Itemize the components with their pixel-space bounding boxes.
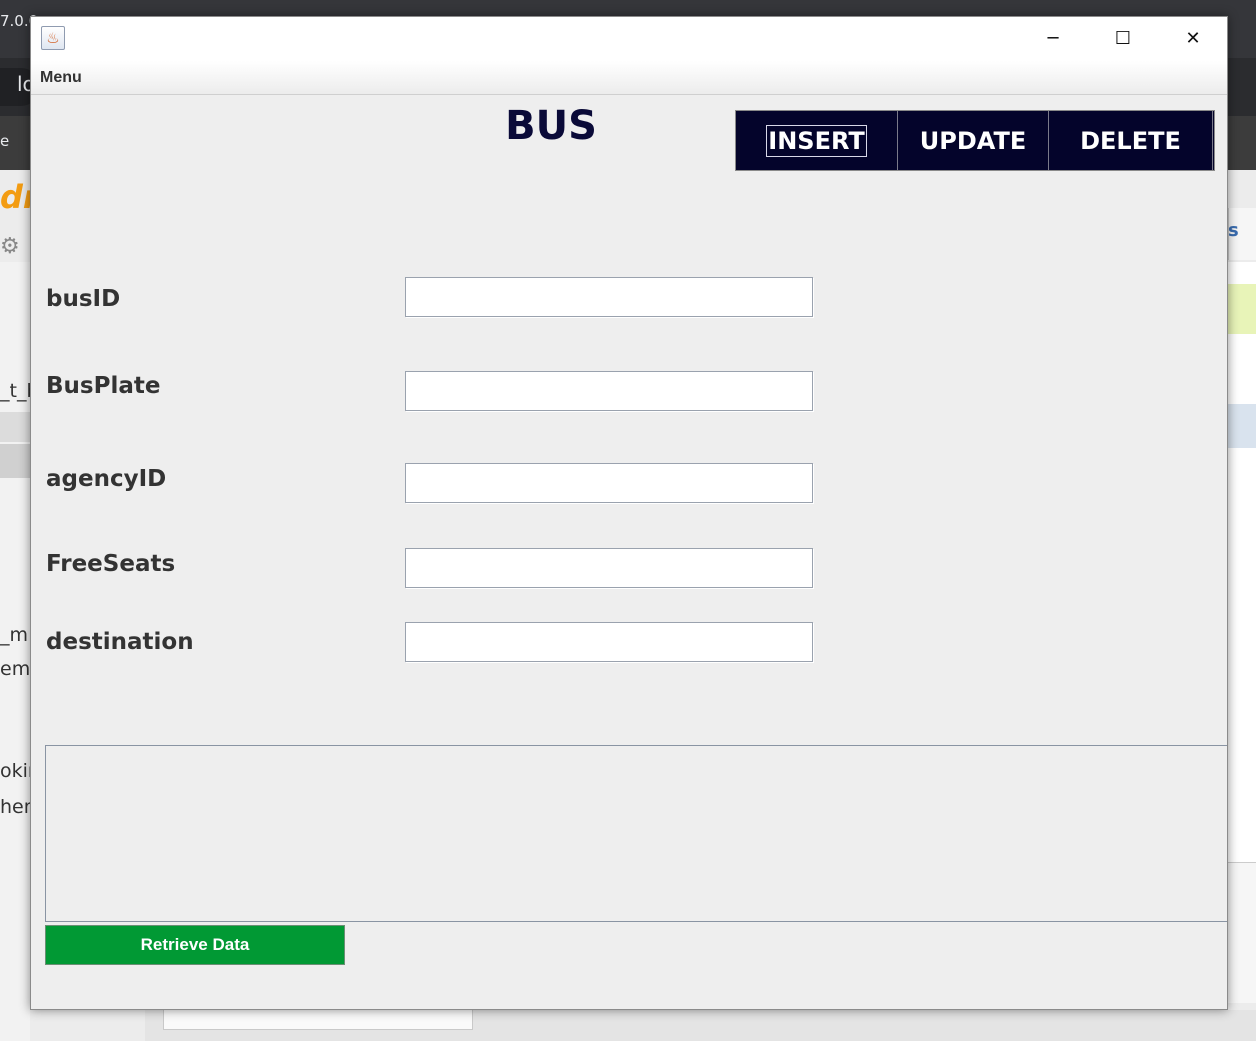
update-button[interactable]: UPDATE xyxy=(898,111,1049,170)
busid-input[interactable] xyxy=(405,277,813,317)
results-table-area[interactable] xyxy=(45,745,1227,922)
destination-label: destination xyxy=(46,629,194,655)
background-left-panel xyxy=(0,262,30,1041)
busplate-label: BusPlate xyxy=(46,373,161,399)
maximize-button[interactable]: ☐ xyxy=(1088,17,1158,61)
freeseats-input[interactable] xyxy=(405,548,813,588)
close-button[interactable]: ✕ xyxy=(1158,17,1227,61)
java-icon: ♨ xyxy=(41,26,65,50)
freeseats-label: FreeSeats xyxy=(46,551,176,577)
menu-bar: Menu xyxy=(31,61,1227,95)
action-toolbar: INSERT UPDATE DELETE xyxy=(735,110,1215,171)
minimize-button[interactable]: ─ xyxy=(1018,17,1088,61)
browser-bookmark-fragment: e xyxy=(0,132,10,150)
background-right-tab-fragment: s xyxy=(1228,220,1239,241)
background-left-highlight xyxy=(0,412,30,442)
background-left-highlight xyxy=(0,444,30,478)
delete-button[interactable]: DELETE xyxy=(1049,111,1213,170)
agencyid-input[interactable] xyxy=(405,463,813,503)
background-right-highlight xyxy=(1228,404,1256,448)
window-titlebar[interactable]: ♨ ─ ☐ ✕ xyxy=(31,17,1227,61)
gear-icon: ⚙ xyxy=(0,234,20,259)
background-bottom-tab xyxy=(163,1008,473,1030)
form-title: BUS xyxy=(505,103,597,149)
destination-input[interactable] xyxy=(405,622,813,662)
background-left-text: _m xyxy=(0,624,29,646)
background-right-panel xyxy=(1228,262,1256,862)
agencyid-label: agencyID xyxy=(46,466,167,492)
busid-label: busID xyxy=(46,286,121,312)
insert-button[interactable]: INSERT xyxy=(736,111,898,170)
background-right-highlight xyxy=(1228,284,1256,334)
retrieve-data-button[interactable]: Retrieve Data xyxy=(45,925,345,965)
background-right-lower xyxy=(1228,862,1256,1003)
busplate-input[interactable] xyxy=(405,371,813,411)
insert-button-label: INSERT xyxy=(766,124,867,157)
app-window: ♨ ─ ☐ ✕ Menu BUS INSERT UPDATE DELETE bu… xyxy=(30,16,1228,1010)
menu-item-menu[interactable]: Menu xyxy=(40,69,82,87)
